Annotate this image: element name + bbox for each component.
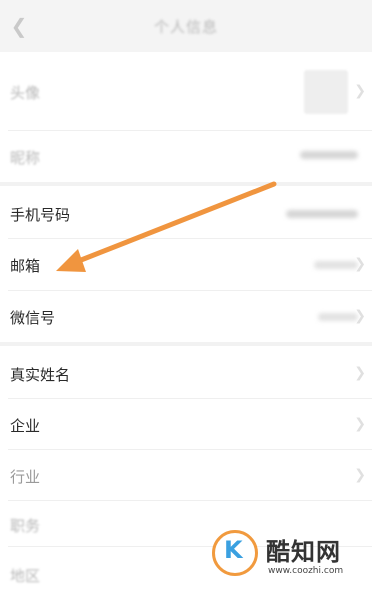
avatar-row[interactable]: 头像 ❯ [0,52,372,130]
region-label: 地区 [10,567,41,585]
nav-bar: ❮ 个人信息 [0,0,372,52]
chevron-right-icon: ❯ [354,365,366,381]
company-label: 企业 [10,417,41,435]
phone-value [286,210,358,218]
industry-label: 行业 [10,468,41,486]
wechat-value [318,313,358,321]
nickname-label: 昵称 [10,149,41,167]
chevron-right-icon: ❯ [354,256,366,272]
watermark-name: 酷知网 [266,538,341,566]
back-arrow-icon[interactable]: ❮ [8,13,30,39]
watermark-logo: K 酷知网 www.coozhi.com [210,526,360,586]
wechat-row[interactable]: 微信号 ❯ [0,291,372,342]
chevron-right-icon: ❯ [354,308,366,324]
real-name-row[interactable]: 真实姓名 ❯ [0,346,372,398]
chevron-right-icon: ❯ [354,416,366,432]
real-name-label: 真实姓名 [10,366,71,384]
contact-section: 手机号码 邮箱 ❯ 微信号 ❯ [0,186,372,342]
phone-row[interactable]: 手机号码 [0,186,372,238]
email-label: 邮箱 [10,257,41,275]
page-title: 个人信息 [153,17,218,36]
position-label: 职务 [10,517,41,535]
avatar[interactable] [304,70,348,114]
nickname-value [300,151,358,159]
chevron-right-icon: ❯ [354,83,366,99]
email-value [314,261,358,269]
wechat-label: 微信号 [10,309,56,327]
phone-label: 手机号码 [10,206,71,224]
email-row[interactable]: 邮箱 ❯ [0,239,372,290]
watermark-url: www.coozhi.com [268,566,344,576]
profile-section: 头像 ❯ 昵称 [0,52,372,182]
logo-k-icon: K [224,536,243,564]
avatar-label: 头像 [10,84,41,102]
nickname-row[interactable]: 昵称 [0,131,372,182]
chevron-right-icon: ❯ [354,467,366,483]
industry-row[interactable]: 行业 ❯ [0,450,372,500]
company-row[interactable]: 企业 ❯ [0,399,372,449]
